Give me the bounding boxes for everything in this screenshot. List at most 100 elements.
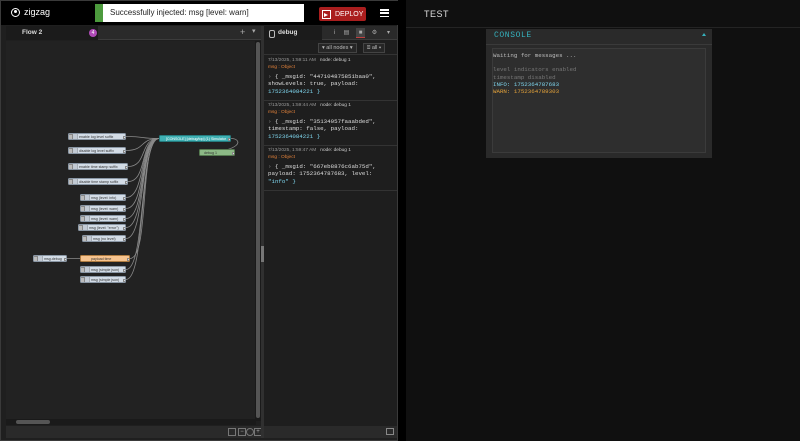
inject-icon: [83, 225, 88, 230]
inject-node[interactable]: disable time stamp suffix: [68, 178, 128, 185]
inject-icon: [73, 164, 78, 169]
info-icon[interactable]: i: [330, 28, 339, 38]
inject-node[interactable]: msg (level: warn): [80, 205, 126, 212]
message-line: showLevels: true, payload:: [268, 80, 359, 88]
debug-messages: 7/13/2025, 1:59:11 AM node: debug 1 msg :…: [264, 56, 397, 191]
console-ui-node[interactable]: [CONSOLE] [debug/top] (1) Simulator: [159, 135, 231, 142]
sidebar-tabs: debug i ▤ ■ ⚙ ▾: [264, 26, 397, 40]
zoom-reset-button[interactable]: [246, 428, 254, 436]
tab-flow-2[interactable]: Flow 2: [6, 26, 98, 40]
message-line: { _msgid: "667eb8876c6ab75d",: [274, 163, 376, 170]
output-port[interactable]: [232, 151, 234, 155]
console-group: CONSOLE Waiting for messages ... level i…: [486, 29, 712, 158]
deploy-icon: [322, 9, 331, 19]
flow-badge: 4: [89, 29, 97, 37]
sidebar-footer: [264, 426, 397, 438]
node-label: msg (no level): [93, 237, 116, 241]
inject-node[interactable]: disable log level suffix: [68, 147, 126, 154]
output-port[interactable]: [64, 257, 66, 261]
flow-canvas[interactable]: enable log level suffix disable log level…: [6, 41, 256, 419]
app-name: zigzag: [24, 7, 51, 17]
dashboard: TEST CONSOLE Waiting for messages ... le…: [406, 0, 800, 441]
wire[interactable]: [125, 138, 160, 228]
wire[interactable]: [125, 138, 160, 209]
filter-nodes-select[interactable]: ▾ all nodes ▾: [318, 43, 357, 53]
inject-icon: [73, 179, 78, 184]
debug-node[interactable]: debug 1: [199, 149, 235, 156]
main-menu-button[interactable]: [380, 9, 389, 17]
window-divider: [398, 0, 406, 441]
inject-node[interactable]: enable log level suffix: [68, 133, 126, 140]
filter-label: all nodes: [326, 45, 349, 51]
deploy-button[interactable]: DEPLOY: [319, 7, 366, 21]
output-port[interactable]: [123, 149, 125, 153]
node-label: msg (simple json): [91, 278, 120, 282]
output-port[interactable]: [123, 278, 125, 282]
message-line: timestamp: false, payload:: [268, 125, 359, 133]
debug-message[interactable]: 7/13/2025, 1:59:44 AM node: debug 1 msg :…: [264, 101, 397, 146]
output-port[interactable]: [123, 217, 125, 221]
output-port[interactable]: [123, 207, 125, 211]
output-port[interactable]: [125, 180, 127, 184]
sidebar-menu-icon[interactable]: ▾: [384, 28, 393, 38]
output-port[interactable]: [123, 196, 125, 200]
node-label: debug 1: [204, 151, 217, 155]
inject-icon: [73, 134, 78, 139]
output-port[interactable]: [123, 268, 125, 272]
node-label: msg (level: "error"): [89, 226, 119, 230]
node-label: [CONSOLE] [debug/top] (1) Simulator: [166, 137, 227, 141]
scope-label: all: [371, 45, 378, 51]
message-node[interactable]: node: debug 1: [320, 58, 351, 63]
inject-node[interactable]: msg (level: warn): [80, 215, 126, 222]
inject-node[interactable]: msg (level: "error"): [78, 224, 126, 231]
output-port[interactable]: [125, 165, 127, 169]
inject-node[interactable]: enable time stamp suffix: [68, 163, 128, 170]
list-flows-icon[interactable]: ▾: [252, 27, 256, 35]
inject-icon: [85, 206, 90, 211]
wire[interactable]: [125, 138, 160, 270]
workspace-tabs: Flow 2 4 + ▾: [6, 26, 261, 40]
console-output[interactable]: Waiting for messages ... level indicator…: [492, 48, 706, 153]
notification-toast[interactable]: Successfully injected: msg [level: warn]: [95, 4, 304, 22]
output-port[interactable]: [123, 237, 125, 241]
message-line: { _msgid: "35134057faaabded",: [274, 118, 376, 125]
inject-node[interactable]: msg.debug: [33, 255, 67, 262]
message-node[interactable]: node: debug 1: [320, 148, 351, 153]
console-line: INFO: 1752364787683: [493, 80, 560, 88]
add-flow-icon[interactable]: +: [240, 27, 245, 37]
popout-icon[interactable]: [386, 428, 394, 435]
scope-select[interactable]: ⌸ all ▾: [363, 43, 386, 53]
debug-message[interactable]: 7/13/2025, 1:59:11 AM node: debug 1 msg :…: [264, 56, 397, 101]
output-port[interactable]: [123, 226, 125, 230]
node-label: msg (level: info): [91, 196, 117, 200]
clear-debug-icon[interactable]: [386, 43, 396, 53]
output-port[interactable]: [123, 135, 125, 139]
collapse-icon[interactable]: [702, 33, 706, 36]
zoom-out-button[interactable]: −: [238, 428, 246, 436]
debug-icon[interactable]: ■: [356, 28, 365, 38]
tab-debug[interactable]: debug: [264, 26, 322, 40]
navigator-icon[interactable]: [228, 428, 236, 436]
inject-node[interactable]: msg (level: info): [80, 194, 126, 201]
console-line: timestamp disabled: [493, 73, 556, 81]
node-label: payload time: [91, 257, 112, 261]
app-logo: zigzag: [11, 7, 50, 17]
wire[interactable]: [125, 136, 160, 139]
console-line: level indicators enabled: [493, 66, 577, 74]
message-node[interactable]: node: debug 1: [320, 103, 351, 108]
config-icon[interactable]: ⚙: [370, 28, 379, 38]
inject-node[interactable]: msg (no level): [82, 235, 126, 242]
canvas-horizontal-scrollbar[interactable]: [6, 419, 256, 425]
inject-icon: [85, 216, 90, 221]
inject-node[interactable]: payload time: [80, 255, 130, 262]
help-icon[interactable]: ▤: [342, 28, 351, 38]
output-port[interactable]: [127, 257, 129, 261]
wires-layer: [67, 136, 239, 280]
output-port[interactable]: [228, 137, 230, 141]
inject-node[interactable]: msg (simple json): [80, 266, 126, 273]
message-time: 7/13/2025, 1:59:47 AM: [268, 148, 317, 153]
logo-icon: [11, 7, 20, 17]
inject-node[interactable]: msg (simple json): [80, 276, 126, 283]
debug-message[interactable]: 7/13/2025, 1:59:47 AM node: debug 1 msg :…: [264, 146, 397, 191]
